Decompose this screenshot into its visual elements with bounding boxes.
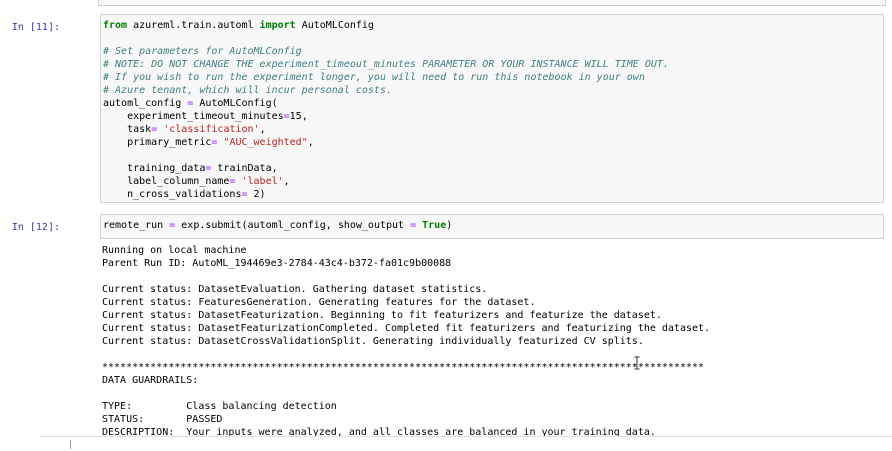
input-prompt: In [12]: xyxy=(11,222,60,233)
output-line: Parent Run ID: AutoML_194469e3-2784-43c4… xyxy=(102,258,452,269)
code-token: # Azure tenant, which will incur persona… xyxy=(103,85,392,96)
output-line: DATA GUARDRAILS: xyxy=(102,375,199,386)
code-token: n_cross_validations xyxy=(103,189,242,200)
text-cursor-icon xyxy=(634,356,640,370)
output-line: TYPE: Class balancing detection xyxy=(102,401,337,412)
code-line: automl_config = AutoMLConfig( xyxy=(103,97,883,110)
code-token: from xyxy=(103,20,128,31)
code-token: exp.submit(automl_config, show_output xyxy=(175,220,411,231)
code-token: , xyxy=(259,124,266,135)
code-line: experiment_timeout_minutes=15, xyxy=(103,110,883,123)
code-token: primary_metric xyxy=(103,137,212,148)
code-token: training_data xyxy=(103,163,206,174)
code-token: # Set parameters for AutoMLConfig xyxy=(103,46,302,57)
next-cell-edge xyxy=(40,436,892,451)
code-line: remote_run = exp.submit(automl_config, s… xyxy=(103,219,883,232)
code-token: task xyxy=(103,124,152,135)
code-token: "AUC_weighted" xyxy=(223,137,308,148)
code-line: from azureml.train.automl import AutoMLC… xyxy=(103,19,883,32)
code-input[interactable]: remote_run = exp.submit(automl_config, s… xyxy=(100,214,884,239)
code-line: # Set parameters for AutoMLConfig xyxy=(103,45,883,58)
code-token: 'classification' xyxy=(163,124,260,135)
code-token: import xyxy=(259,20,296,31)
code-token: azureml.train.automl xyxy=(127,20,260,31)
code-token: trainData, xyxy=(211,163,278,174)
code-token: AutoMLConfig( xyxy=(193,98,278,109)
code-token: 15, xyxy=(289,111,308,122)
code-line: label_column_name= 'label', xyxy=(103,175,883,188)
code-token: , xyxy=(283,176,290,187)
notebook: In [11]: from azureml.train.automl impor… xyxy=(0,0,892,451)
code-line: # If you wish to run the experiment long… xyxy=(103,71,883,84)
code-token: # If you wish to run the experiment long… xyxy=(103,72,645,83)
code-line: training_data= trainData, xyxy=(103,162,883,175)
input-prompt: In [11]: xyxy=(11,22,60,33)
output-line: Current status: DatasetFeaturizationComp… xyxy=(102,323,711,334)
code-token: True xyxy=(422,220,447,231)
output-line: Current status: DatasetFeaturization. Be… xyxy=(102,310,662,321)
code-token: AutoMLConfig xyxy=(295,20,374,31)
code-line: primary_metric= "AUC_weighted", xyxy=(103,136,883,149)
code-token: # NOTE: DO NOT CHANGE THE experiment_tim… xyxy=(103,59,669,70)
code-token: label_column_name xyxy=(103,176,230,187)
output-line: Current status: DatasetCrossValidationSp… xyxy=(102,336,644,347)
code-line: # Azure tenant, which will incur persona… xyxy=(103,84,883,97)
code-token: 2) xyxy=(247,189,266,200)
code-token: remote_run xyxy=(103,220,170,231)
code-line: # NOTE: DO NOT CHANGE THE experiment_tim… xyxy=(103,58,883,71)
code-token: experiment_timeout_minutes xyxy=(103,111,284,122)
code-line: n_cross_validations= 2) xyxy=(103,188,883,201)
code-input[interactable]: from azureml.train.automl import AutoMLC… xyxy=(100,14,884,203)
previous-cell-edge xyxy=(98,0,886,6)
code-line: task= 'classification', xyxy=(103,123,883,136)
code-token: automl_config xyxy=(103,98,188,109)
caret xyxy=(70,440,71,449)
output-line: Current status: FeaturesGeneration. Gene… xyxy=(102,297,536,308)
output-line: Running on local machine xyxy=(102,245,247,256)
code-token: , xyxy=(307,137,314,148)
code-token: ) xyxy=(446,220,453,231)
output-line: Current status: DatasetEvaluation. Gathe… xyxy=(102,284,488,295)
cell-output: Running on local machine Parent Run ID: A… xyxy=(102,244,884,439)
output-line: ****************************************… xyxy=(102,362,705,373)
code-token: 'label' xyxy=(241,176,284,187)
output-line: STATUS: PASSED xyxy=(102,414,223,425)
